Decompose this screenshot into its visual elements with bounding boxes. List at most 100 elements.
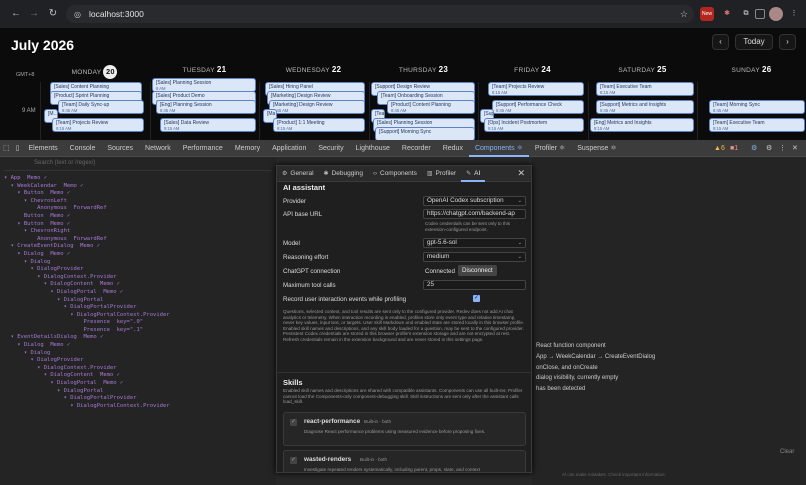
menu-kebab-icon[interactable]: ⋮ [787,7,801,21]
today-button[interactable]: Today [735,34,773,50]
site-info-icon[interactable]: ◎ [74,10,81,19]
settings-tab[interactable]: ⚙ General [277,166,319,182]
api-url-label: API base URL [283,211,323,218]
day-header: THURSDAY 23 [369,65,478,79]
settings-tab[interactable]: ▥ Profiler [422,166,461,182]
day-number: 25 [657,65,667,74]
model-label: Model [283,240,300,247]
devtools-tab[interactable]: Elements [22,140,63,157]
day-name: MONDAY [71,69,102,76]
calendar-event[interactable]: [Sales] Data Review 9:15 AM [160,118,256,132]
devtools-tab[interactable]: Memory [229,140,266,157]
errors-badge[interactable]: ■1 [724,140,744,157]
profile-avatar[interactable] [769,7,783,21]
calendar-event[interactable]: [Eng] Planning Session 8:45 AM [156,100,256,114]
event-title: [Product] Sprint Planning [54,93,110,99]
device-toolbar-icon[interactable]: ▯ [13,140,23,157]
calendar-event[interactable]: [Support] Metrics and Insights 8:45 AM [596,100,694,114]
skills-heading: Skills [283,378,303,387]
devtools-tab[interactable]: Sources [101,140,139,157]
clear-button[interactable]: Clear [780,449,794,455]
calendar-event[interactable]: [Team] Projects Review 8:15 AM [488,82,584,96]
calendar-event[interactable]: [Team] Executive Team 8:15 AM [596,82,694,96]
record-interactions-checkbox[interactable]: ✓ [473,295,480,302]
forward-icon[interactable]: → [25,8,43,19]
bookmark-star-icon[interactable]: ☆ [680,9,688,20]
close-modal-icon[interactable]: ✕ [517,168,525,179]
max-tool-calls-label: Maximum tool calls [283,282,336,289]
tab-label: Components [380,169,417,177]
address-bar[interactable]: ◎ localhost:3000 ☆ [66,5,694,23]
devtools-tab[interactable]: Redux [437,140,469,157]
skill-checkbox[interactable]: ✓ [290,419,297,426]
timezone-label: GMT+8 [16,72,35,78]
settings-tab[interactable]: ‹› Components [368,166,422,182]
max-tool-calls-input[interactable]: 25 [423,280,526,290]
settings-tab[interactable]: ✎ AI [461,166,486,182]
skill-checkbox[interactable]: ✓ [290,457,297,464]
devtools-tab[interactable]: Components ⚛ [468,140,529,157]
event-time: 9:15 AM [713,126,729,131]
ai-settings-body: AI assistant Provider OpenAI Codex subsc… [277,182,531,472]
event-time: 9:15 AM [594,126,610,131]
right-line-1: React function component [536,343,606,349]
hour-label: 9 AM [22,108,36,114]
calendar-event[interactable]: [Team] Projects Review 9:15 AM [52,118,144,132]
devtools-tab[interactable]: Lighthouse [350,140,396,157]
inspect-icon[interactable]: ⬚ [0,140,13,157]
event-title: [M… [48,111,58,117]
provider-select[interactable]: OpenAI Codex subscription ⌄ [423,196,526,206]
devtools-tab[interactable]: Suspense ⚛ [571,140,622,157]
chevron-down-icon: ⌄ [517,254,522,260]
reload-icon[interactable]: ↻ [44,8,62,19]
devtools-tab[interactable]: Security [312,140,349,157]
prev-week-button[interactable]: ‹ [712,34,729,50]
reasoning-effort-select[interactable]: medium ⌄ [423,252,526,262]
close-devtools-icon[interactable]: ✕ [786,140,804,157]
event-time: 8:45 AM [600,108,616,113]
day-header: TUESDAY 21 [150,65,259,79]
extension-icon-red[interactable]: ✱ [720,7,734,21]
model-select[interactable]: gpt-5.6-sol ⌄ [423,238,526,248]
event-title: [Support] Design Review [375,84,431,90]
reasoning-effort-label: Reasoning effort [283,254,329,261]
new-extension-badge[interactable]: New [700,7,714,21]
devtools-tab[interactable]: Profiler ⚛ [529,140,571,157]
calendar-event[interactable]: [Ops] Incident Postmortem 9:15 AM [484,118,584,132]
privacy-note: Questions, selected context, and tool re… [283,309,525,342]
skill-desc: Diagnose React performance problems usin… [304,429,486,434]
calendar-event[interactable]: [Team] Executive Team 9:15 AM [709,118,805,132]
calendar-event[interactable]: [Marketing] Design Review 8:45 AM [269,100,365,114]
skills-note: Enabled skill names and descriptions are… [283,388,523,405]
calendar-event[interactable]: [Eng] Metrics and Insights 9:15 AM [590,118,694,132]
devtools-tab[interactable]: Recorder [396,140,437,157]
chevron-down-icon: ⌄ [517,240,522,246]
calendar-event[interactable]: [Support] Performance Check 8:45 AM [492,100,584,114]
calendar-event[interactable]: [Support] Morning Sync [375,127,475,140]
extensions-puzzle-icon[interactable]: ⧉ [739,7,753,21]
calendar-event[interactable]: [Team] Daily Sync-up 8:45 AM [58,100,144,114]
devtools-tab[interactable]: Console [64,140,102,157]
side-panel-icon[interactable] [755,9,765,19]
calendar-event[interactable]: [Product] 1:1 Meeting 9:15 AM [273,118,365,132]
tab-icon: ‹› [373,170,377,177]
calendar-event[interactable]: [Sales] Planning Session 8 AM [152,78,256,92]
api-url-input[interactable]: https://chatgpt.com/backend-ap [423,209,526,219]
calendar-event[interactable]: [Team] Morning Sync 8:45 AM [709,100,805,114]
back-icon[interactable]: ← [7,8,25,19]
chatgpt-connection-label: ChatGPT connection [283,268,341,275]
devtools-tab[interactable]: Application [266,140,312,157]
week-calendar: July 2026 ‹ Today › GMT+8 9 AM MONDAY 20 T… [0,28,806,140]
tab-icon: ✱ [323,170,329,177]
settings-tab[interactable]: ✱ Debugging [319,166,368,182]
disconnect-button[interactable]: Disconnect [458,265,497,276]
tab-icon: ▥ [426,170,433,177]
calendar-event[interactable]: [Product] Content Planning 8:45 AM [387,100,475,114]
skill-desc: Investigate repeated renders systematica… [304,467,480,472]
component-tree[interactable]: ▾ App Memo ✓ ▾ WeekCalendar Memo ✓ ▾ But… [4,175,170,410]
modal-tabs: ⚙ General ✱ Debugging ‹› Components ▥ Profiler ✎… [277,166,531,182]
devtools-tab[interactable]: Performance [177,140,229,157]
devtools-tab[interactable]: Network [139,140,177,157]
component-search-input[interactable]: Search (text or /regex/) [4,160,272,171]
next-week-button[interactable]: › [779,34,796,50]
